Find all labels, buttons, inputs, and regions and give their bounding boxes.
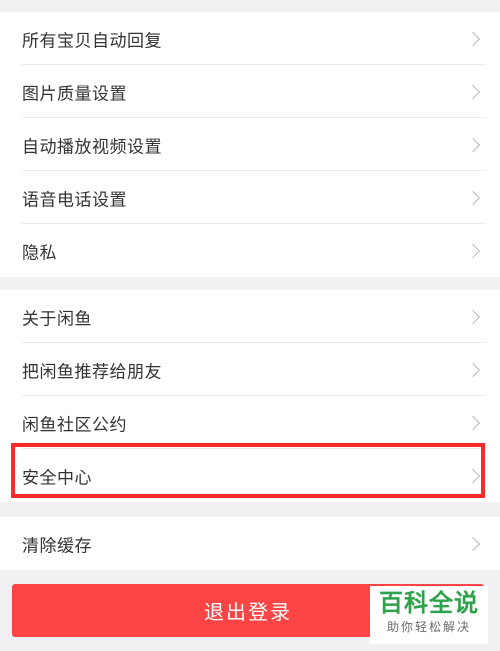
settings-item-community-rules[interactable]: 闲鱼社区公约	[0, 396, 500, 449]
chevron-right-icon	[465, 137, 481, 152]
chevron-right-icon	[465, 190, 481, 205]
settings-item-label: 清除缓存	[22, 536, 92, 556]
settings-group-storage: 清除缓存	[0, 517, 500, 570]
chevron-right-icon	[465, 536, 481, 551]
settings-group-about: 关于闲鱼 把闲鱼推荐给朋友 闲鱼社区公约 安全中心	[0, 290, 500, 502]
settings-item-security-center[interactable]: 安全中心	[0, 449, 500, 502]
settings-item-clear-cache[interactable]: 清除缓存	[0, 517, 500, 570]
watermark-logo: 百科全说 助你轻松解决	[370, 586, 488, 644]
settings-item-label: 闲鱼社区公约	[22, 415, 127, 435]
settings-item-label: 图片质量设置	[22, 84, 127, 104]
settings-item-auto-reply[interactable]: 所有宝贝自动回复	[0, 12, 500, 65]
settings-item-about[interactable]: 关于闲鱼	[0, 290, 500, 343]
settings-item-label: 所有宝贝自动回复	[22, 31, 162, 51]
chevron-right-icon	[465, 309, 481, 324]
settings-item-label: 安全中心	[22, 468, 92, 488]
chevron-right-icon	[465, 31, 481, 46]
watermark-title: 百科全说	[379, 589, 479, 617]
chevron-right-icon	[465, 415, 481, 430]
chevron-right-icon	[465, 468, 481, 483]
chevron-right-icon	[465, 243, 481, 258]
watermark-subtitle: 助你轻松解决	[386, 620, 471, 634]
chevron-right-icon	[465, 84, 481, 99]
settings-item-label: 关于闲鱼	[22, 309, 92, 329]
settings-group-general: 所有宝贝自动回复 图片质量设置 自动播放视频设置 语音电话设置 隐私	[0, 12, 500, 277]
settings-item-image-quality[interactable]: 图片质量设置	[0, 65, 500, 118]
chevron-right-icon	[465, 362, 481, 377]
settings-item-privacy[interactable]: 隐私	[0, 224, 500, 277]
settings-item-autoplay-video[interactable]: 自动播放视频设置	[0, 118, 500, 171]
settings-item-label: 语音电话设置	[22, 190, 127, 210]
settings-item-recommend[interactable]: 把闲鱼推荐给朋友	[0, 343, 500, 396]
settings-item-label: 自动播放视频设置	[22, 137, 162, 157]
logout-label: 退出登录	[204, 600, 292, 624]
settings-item-voice-call[interactable]: 语音电话设置	[0, 171, 500, 224]
settings-item-label: 隐私	[22, 243, 57, 263]
settings-item-label: 把闲鱼推荐给朋友	[22, 362, 162, 382]
